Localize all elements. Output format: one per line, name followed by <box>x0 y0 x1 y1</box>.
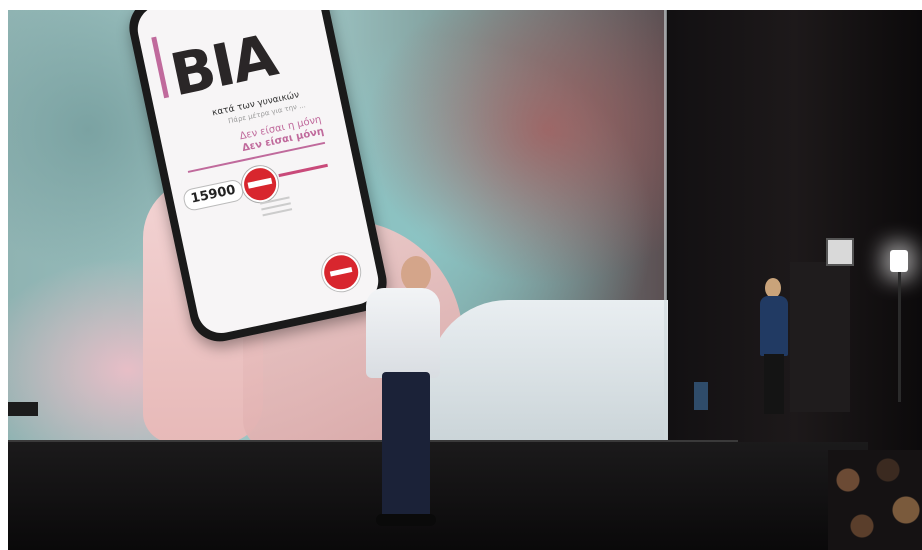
stage-object <box>8 402 38 416</box>
audience <box>828 450 922 550</box>
presenter-shirt <box>366 288 440 378</box>
projection-screen: ΒΙΑ κατά των γυναικών Πάρε μέτρα για την… <box>8 10 668 450</box>
hotline-number[interactable]: 15900 <box>181 178 246 213</box>
speaker-box <box>826 238 854 266</box>
stage-floor <box>8 442 868 550</box>
presenter-head <box>401 256 431 292</box>
panic-button[interactable] <box>318 249 364 295</box>
second-speaker-legs <box>764 354 784 414</box>
list-item <box>262 208 293 217</box>
presenter-pants <box>382 372 430 522</box>
speaker-column <box>790 262 850 412</box>
screen-edge <box>664 10 667 450</box>
second-speaker-body <box>760 296 788 356</box>
sleeve <box>428 300 668 450</box>
light-stand <box>898 272 901 402</box>
logo-strip <box>278 163 328 178</box>
stage-photo: ΒΙΑ κατά των γυναικών Πάρε μέτρα για την… <box>8 10 922 550</box>
stage-monitor <box>694 382 708 410</box>
second-speaker-head <box>765 278 781 298</box>
app-title: ΒΙΑ <box>164 21 282 110</box>
presenter-shoes <box>376 514 436 526</box>
stage-light-icon <box>890 250 908 272</box>
